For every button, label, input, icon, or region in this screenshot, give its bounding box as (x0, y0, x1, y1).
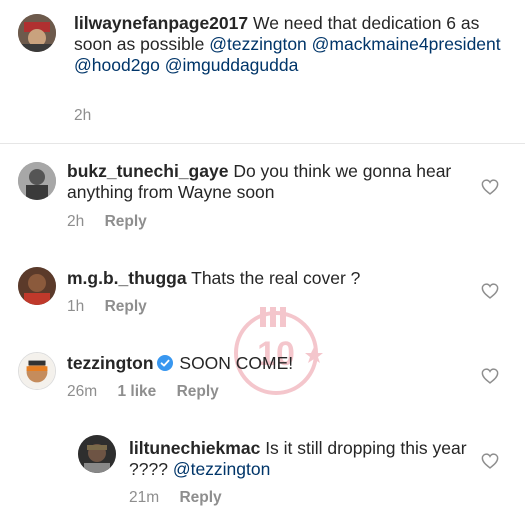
comment-avatar[interactable] (18, 352, 56, 390)
comment-meta: 2h Reply (67, 213, 163, 231)
reply-button[interactable]: Reply (177, 383, 219, 400)
comment-avatar[interactable] (18, 267, 56, 305)
mention-link[interactable]: @mackmaine4president (312, 34, 501, 54)
comment-meta: 1h Reply (67, 298, 163, 316)
comment-avatar[interactable] (18, 162, 56, 200)
comment-time: 1h (67, 298, 85, 315)
caption-time: 2h (74, 107, 92, 124)
divider (0, 143, 525, 144)
heart-icon[interactable] (481, 368, 499, 384)
verified-badge-icon (156, 355, 173, 371)
mention-link[interactable]: @imguddagudda (165, 55, 299, 75)
heart-icon[interactable] (481, 453, 499, 469)
heart-icon[interactable] (481, 179, 499, 195)
reply-time: 21m (129, 489, 160, 506)
comment-time: 26m (67, 383, 98, 400)
caption-text: lilwaynefanpage2017 We need that dedicat… (74, 13, 504, 76)
reply-button[interactable]: Reply (105, 213, 147, 230)
caption-username[interactable]: lilwaynefanpage2017 (74, 13, 248, 33)
reply-username[interactable]: liltunechiekmac (129, 438, 260, 458)
comment-meta: 26m 1 like Reply (67, 383, 235, 401)
mention-link[interactable]: @hood2go (74, 55, 160, 75)
comment-username[interactable]: m.g.b._thugga (67, 268, 187, 288)
comment-body: Thats the real cover ? (191, 268, 361, 288)
comment-username[interactable]: bukz_tunechi_gaye (67, 161, 228, 181)
reply-button[interactable]: Reply (105, 298, 147, 315)
heart-icon[interactable] (481, 283, 499, 299)
caption-avatar[interactable] (18, 14, 56, 52)
comment-username[interactable]: tezzington (67, 353, 154, 373)
comment-body: SOON COME! (179, 353, 294, 373)
likes-count[interactable]: 1 like (117, 383, 156, 400)
comment-text: tezzington SOON COME! (67, 353, 467, 374)
comment-time: 2h (67, 213, 85, 230)
caption-meta: 2h (74, 107, 107, 125)
reply-button[interactable]: Reply (179, 489, 221, 506)
reply-text: liltunechiekmac Is it still dropping thi… (129, 438, 469, 480)
comment-text: bukz_tunechi_gaye Do you think we gonna … (67, 161, 467, 203)
reply-avatar[interactable] (78, 435, 116, 473)
mention-link[interactable]: @tezzington (173, 459, 271, 479)
comment-text: m.g.b._thugga Thats the real cover ? (67, 268, 467, 289)
reply-meta: 21m Reply (129, 489, 238, 507)
mention-link[interactable]: @tezzington (209, 34, 307, 54)
